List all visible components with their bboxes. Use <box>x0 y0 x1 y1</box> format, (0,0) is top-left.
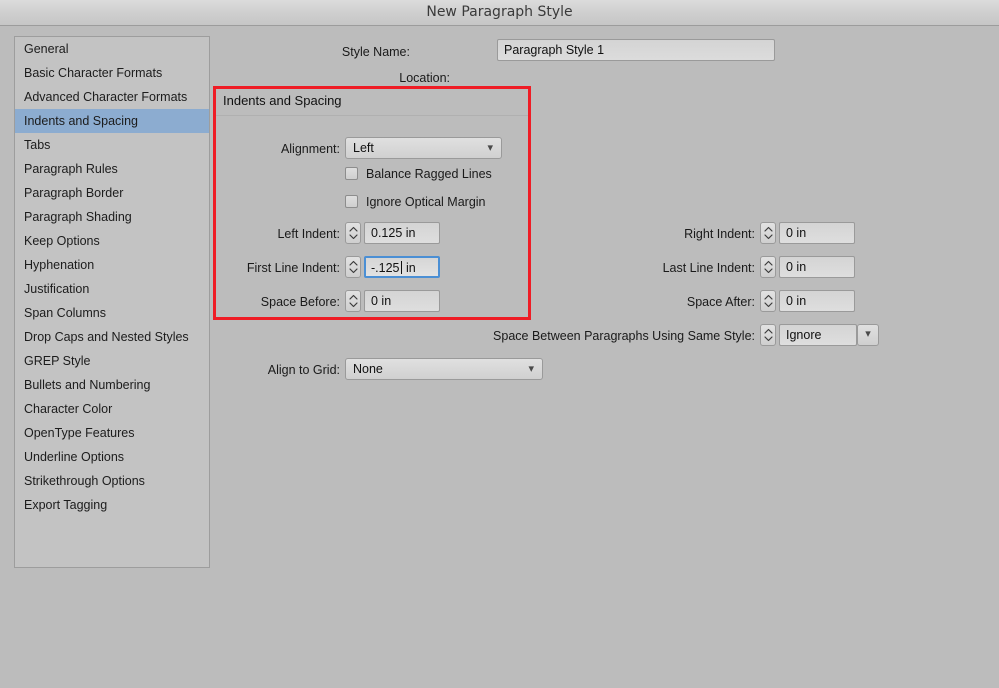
window-title-bar: New Paragraph Style <box>0 0 999 26</box>
first-line-indent-stepper[interactable] <box>345 256 361 278</box>
window-title: New Paragraph Style <box>426 4 573 20</box>
stepper-arrows-icon <box>348 294 358 308</box>
align-to-grid-select[interactable]: None ▾ <box>345 358 543 380</box>
chevron-down-icon: ▾ <box>528 363 534 375</box>
stepper-arrows-icon <box>763 294 773 308</box>
first-line-indent-input[interactable]: -.125 in <box>364 256 440 278</box>
alignment-select[interactable]: Left ▾ <box>345 137 502 159</box>
style-name-input[interactable]: Paragraph Style 1 <box>497 39 775 61</box>
space-before-input[interactable]: 0 in <box>364 290 440 312</box>
space-before-label: Space Before: <box>260 295 340 309</box>
ignore-optical-margin-checkbox[interactable] <box>345 195 358 208</box>
panel-header-divider <box>216 115 528 116</box>
space-after-label: Space After: <box>686 295 755 309</box>
stepper-arrows-icon <box>763 328 773 342</box>
first-line-indent-value: -.125 <box>371 261 400 275</box>
align-to-grid-value: None <box>353 362 383 376</box>
last-line-indent-label: Last Line Indent: <box>662 261 755 275</box>
last-line-indent-stepper[interactable] <box>760 256 776 278</box>
style-name-label: Style Name: <box>341 45 410 59</box>
stepper-arrows-icon <box>348 260 358 274</box>
alignment-value: Left <box>353 141 374 155</box>
align-to-grid-label: Align to Grid: <box>267 363 340 377</box>
first-line-indent-unit: in <box>402 261 416 275</box>
stepper-arrows-icon <box>763 260 773 274</box>
location-label: Location: <box>399 71 450 85</box>
left-indent-stepper[interactable] <box>345 222 361 244</box>
right-indent-stepper[interactable] <box>760 222 776 244</box>
space-after-input[interactable]: 0 in <box>779 290 855 312</box>
panel-title: Indents and Spacing <box>223 93 342 108</box>
balance-ragged-lines-label: Balance Ragged Lines <box>366 167 492 181</box>
ignore-optical-margin-label: Ignore Optical Margin <box>366 195 486 209</box>
stepper-arrows-icon <box>763 226 773 240</box>
space-between-paragraphs-label: Space Between Paragraphs Using Same Styl… <box>493 329 755 343</box>
space-between-paragraphs-input[interactable]: Ignore <box>779 324 857 346</box>
space-before-stepper[interactable] <box>345 290 361 312</box>
dialog-content: Style Name: Paragraph Style 1 Location: … <box>0 26 999 688</box>
left-indent-input[interactable]: 0.125 in <box>364 222 440 244</box>
right-indent-label: Right Indent: <box>684 227 755 241</box>
first-line-indent-label: First Line Indent: <box>246 261 340 275</box>
chevron-down-icon: ▾ <box>487 142 493 154</box>
space-between-paragraphs-stepper[interactable] <box>760 324 776 346</box>
text-caret <box>400 261 402 274</box>
left-indent-label: Left Indent: <box>277 227 340 241</box>
right-indent-input[interactable]: 0 in <box>779 222 855 244</box>
space-between-paragraphs-dropdown-button[interactable]: ▾ <box>857 324 879 346</box>
stepper-arrows-icon <box>348 226 358 240</box>
space-after-stepper[interactable] <box>760 290 776 312</box>
alignment-label: Alignment: <box>280 142 340 156</box>
balance-ragged-lines-checkbox[interactable] <box>345 167 358 180</box>
last-line-indent-input[interactable]: 0 in <box>779 256 855 278</box>
